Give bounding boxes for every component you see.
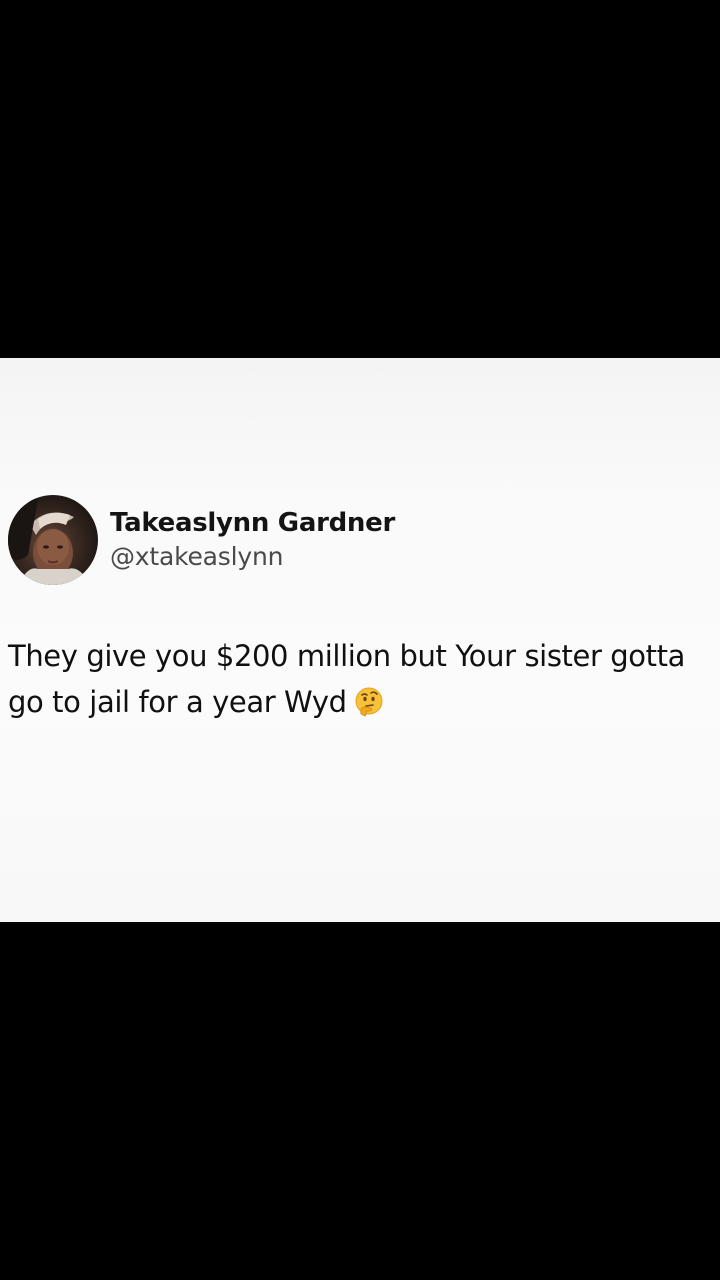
letterbox-bottom [0,922,720,1280]
tweet-header: Takeaslynn Gardner @xtakeaslynn [8,495,395,585]
avatar-image [8,498,90,585]
tweet-author: Takeaslynn Gardner @xtakeaslynn [110,506,395,574]
user-handle[interactable]: @xtakeaslynn [110,540,395,574]
avatar[interactable] [8,495,98,585]
thinking-face-icon [353,685,385,717]
tweet-body: They give you $200 million but Your sist… [8,639,685,719]
letterbox-top [0,0,720,358]
display-name[interactable]: Takeaslynn Gardner [110,506,395,540]
tweet-card: Takeaslynn Gardner @xtakeaslynn They giv… [0,358,720,922]
tweet-text: They give you $200 million but Your sist… [8,633,708,725]
